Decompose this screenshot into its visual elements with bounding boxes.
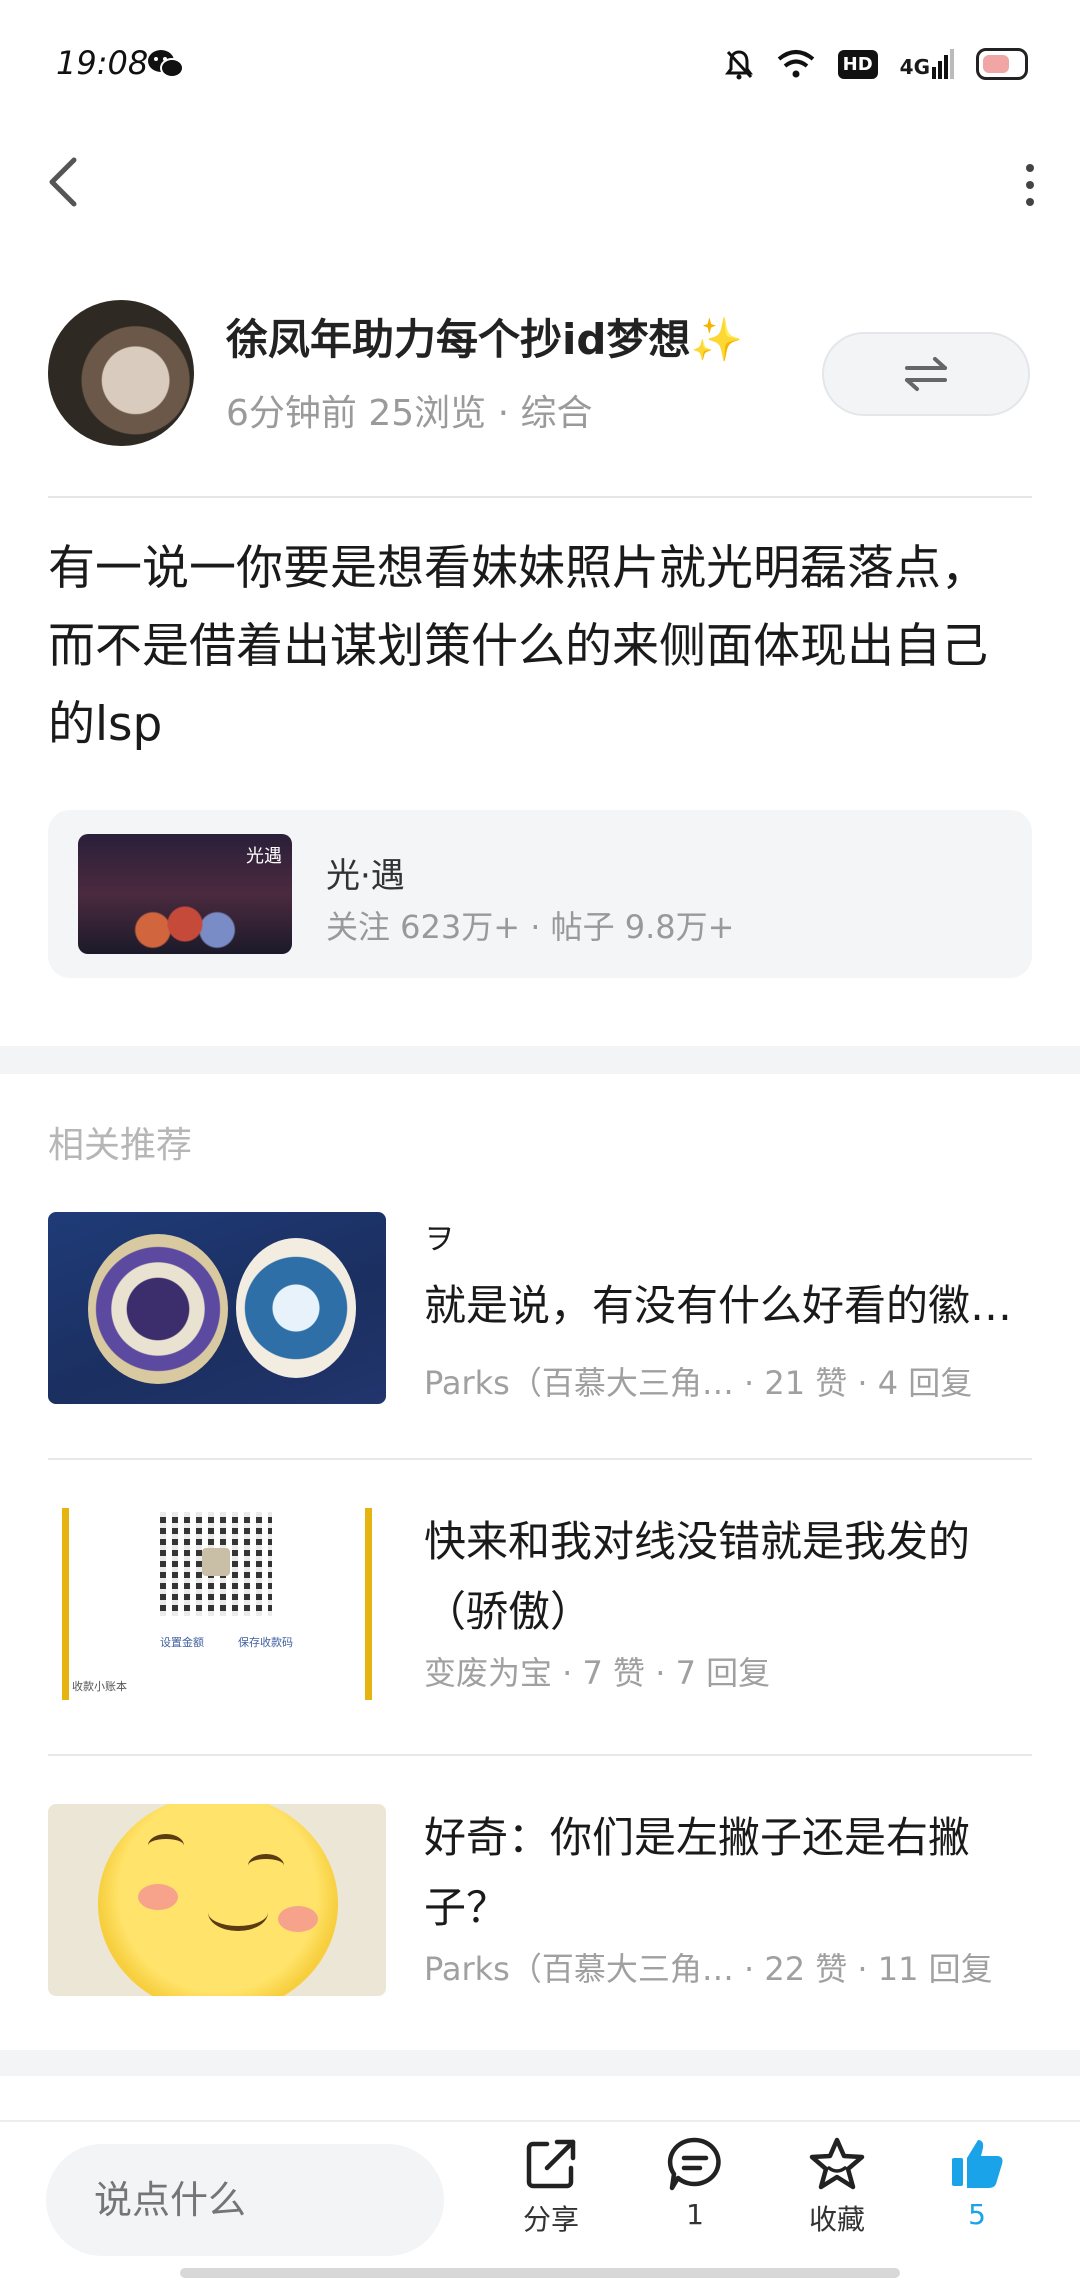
related-meta: 变废为宝 · 7 赞 · 7 回复 bbox=[424, 1654, 771, 1692]
related-meta: Parks（百慕大三角… · 21 赞 · 4 回复 bbox=[424, 1364, 973, 1402]
share-label: 分享 bbox=[522, 2203, 579, 2236]
emoji-eye bbox=[148, 1834, 184, 1857]
top-nav bbox=[0, 130, 1080, 230]
related-title-line2: （骄傲） bbox=[424, 1587, 593, 1636]
signal-icon: 4G bbox=[900, 49, 954, 79]
switch-button[interactable] bbox=[822, 332, 1030, 416]
post-meta: 6分钟前 25浏览 · 综合 bbox=[226, 393, 593, 434]
section-divider bbox=[0, 1046, 1080, 1074]
qr-save-text: 保存收款码 bbox=[238, 1636, 293, 1649]
comment-button[interactable]: 1 bbox=[640, 2136, 750, 2231]
thumb-border bbox=[62, 1508, 69, 1700]
comment-bubble-icon bbox=[667, 2137, 721, 2191]
emoji-cheek bbox=[138, 1884, 178, 1910]
favorite-label: 收藏 bbox=[808, 2203, 865, 2236]
wifi-icon bbox=[777, 50, 814, 78]
bottom-action-bar: 分享 1 收藏 5 bbox=[0, 2120, 1080, 2282]
emoji-eye bbox=[248, 1854, 284, 1877]
share-icon bbox=[526, 2139, 576, 2189]
related-thumbnail-badges bbox=[48, 1212, 386, 1404]
share-button[interactable]: 分享 bbox=[496, 2136, 606, 2238]
status-icons: HD 4G bbox=[724, 44, 1028, 84]
section-divider bbox=[0, 2050, 1080, 2076]
post-body: 有一说一你要是想看妹妹照片就光明磊落点，而不是借着出谋划策什么的来侧面体现出自己… bbox=[48, 541, 988, 752]
thumbs-up-icon bbox=[952, 2140, 1003, 2188]
forum-card[interactable]: 光遇 光·遇 关注 623万+ · 帖子 9.8万+ bbox=[48, 810, 1032, 978]
thumb-border bbox=[365, 1508, 372, 1700]
star-icon bbox=[809, 2137, 865, 2190]
network-type: 4G bbox=[899, 55, 930, 79]
forum-stats: 关注 623万+ · 帖子 9.8万+ bbox=[326, 908, 735, 946]
status-bar: 19:08 HD 4G bbox=[0, 0, 1080, 130]
wechat-icon bbox=[148, 50, 184, 78]
badge-pin-image bbox=[236, 1238, 356, 1378]
related-item-2[interactable]: 设置金额 保存收款码 收款小账本 快来和我对线没错就是我发的 （骄傲） 变废为宝… bbox=[48, 1500, 1032, 1720]
qr-footer-text: 收款小账本 bbox=[72, 1680, 127, 1693]
badge-pin-image bbox=[88, 1234, 228, 1384]
divider bbox=[48, 1458, 1032, 1460]
smiley-face-image bbox=[98, 1804, 338, 1996]
related-meta: Parks（百慕大三角… · 22 赞 · 11 回复 bbox=[424, 1950, 993, 1988]
battery-icon bbox=[976, 48, 1028, 80]
related-item-1[interactable]: ヲ 就是说，有没有什么好看的徽… Parks（百慕大三角… · 21 赞 · 4… bbox=[48, 1210, 1032, 1410]
related-item-3[interactable]: 好奇：你们是左撇子还是右撇 子？ Parks（百慕大三角… · 22 赞 · 1… bbox=[48, 1796, 1032, 2016]
comment-count: 1 bbox=[686, 2198, 704, 2231]
like-count: 5 bbox=[968, 2198, 986, 2231]
related-title-line1: 快来和我对线没错就是我发的 bbox=[424, 1517, 971, 1566]
qr-avatar-image bbox=[202, 1548, 230, 1576]
qr-set-amount-text: 设置金额 bbox=[160, 1636, 204, 1649]
status-time: 19:08 bbox=[56, 44, 149, 82]
more-options-icon[interactable] bbox=[1020, 160, 1040, 210]
forum-thumb-logo: 光遇 bbox=[246, 846, 282, 867]
home-indicator[interactable] bbox=[180, 2268, 900, 2278]
swap-arrows-icon bbox=[905, 357, 947, 391]
related-title-prefix: ヲ bbox=[424, 1222, 454, 1257]
divider bbox=[48, 496, 1032, 498]
favorite-button[interactable]: 收藏 bbox=[782, 2136, 892, 2238]
related-heading: 相关推荐 bbox=[48, 1125, 193, 1166]
related-thumbnail-qr: 设置金额 保存收款码 收款小账本 bbox=[48, 1508, 386, 1700]
related-title-line1: 好奇：你们是左撇子还是右撇 bbox=[424, 1813, 971, 1862]
emoji-mouth bbox=[208, 1894, 268, 1931]
divider bbox=[48, 1754, 1032, 1756]
like-button[interactable]: 5 bbox=[922, 2136, 1032, 2231]
comment-input[interactable] bbox=[46, 2144, 444, 2256]
author-avatar[interactable] bbox=[48, 300, 194, 446]
forum-name: 光·遇 bbox=[326, 856, 405, 896]
hd-badge: HD bbox=[837, 49, 878, 79]
related-title-line2: 子？ bbox=[424, 1883, 509, 1932]
author-name[interactable]: 徐凤年助力每个抄id梦想✨ bbox=[226, 306, 743, 367]
related-thumbnail-emoji bbox=[48, 1804, 386, 1996]
related-title: 就是说，有没有什么好看的徽… bbox=[424, 1281, 1013, 1330]
forum-thumbnail: 光遇 bbox=[78, 834, 292, 954]
mute-bell-icon bbox=[724, 50, 753, 80]
emoji-cheek bbox=[278, 1906, 318, 1932]
back-arrow-icon[interactable] bbox=[44, 156, 84, 208]
